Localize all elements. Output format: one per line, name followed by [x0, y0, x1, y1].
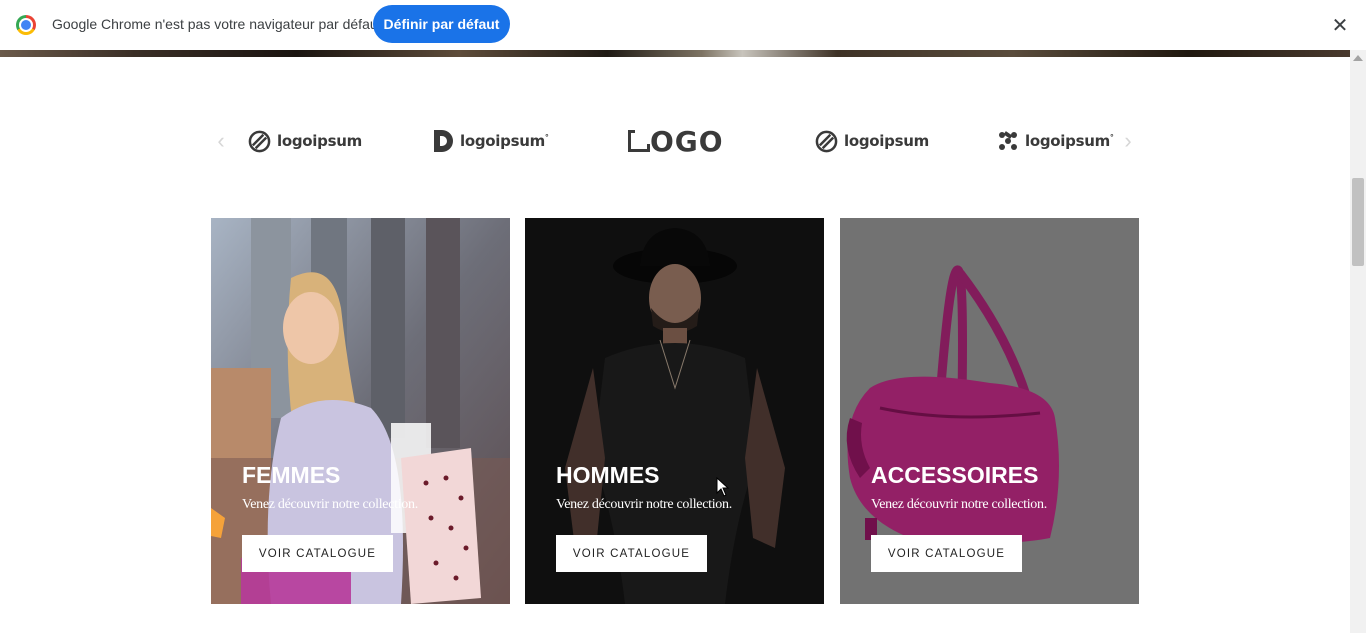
card-subtitle: Venez découvrir notre collection.: [242, 497, 418, 512]
scrollbar-thumb[interactable]: [1352, 178, 1364, 266]
scroll-up-arrow-icon[interactable]: [1353, 55, 1363, 61]
card-title: FEMMES: [242, 462, 341, 488]
card-title: HOMMES: [556, 462, 660, 488]
chevron-left-icon[interactable]: ‹: [208, 128, 234, 154]
partner-logo-5: logoipsum °: [997, 124, 1114, 158]
voir-catalogue-button[interactable]: VOIR CATALOGUE: [556, 535, 707, 572]
category-card-femmes[interactable]: FEMMES Venez découvrir notre collection.…: [211, 218, 510, 604]
set-default-button[interactable]: Définir par défaut: [373, 5, 510, 43]
default-browser-infobar: Google Chrome n'est pas votre navigateur…: [0, 0, 1366, 50]
partner-logo-4: logoipsum: [815, 124, 929, 158]
voir-catalogue-button[interactable]: VOIR CATALOGUE: [242, 535, 393, 572]
logo-mark-icon: [815, 130, 838, 153]
logo-text: logoipsum: [277, 132, 362, 150]
logo-text: OGO: [650, 124, 724, 158]
partner-logo-3: OGO: [628, 124, 724, 158]
hero-image-strip: [0, 50, 1350, 57]
chrome-logo-icon: [16, 15, 36, 35]
voir-catalogue-button[interactable]: VOIR CATALOGUE: [871, 535, 1022, 572]
chevron-right-icon[interactable]: ›: [1115, 128, 1141, 154]
logo-mark-icon: [628, 130, 650, 152]
logo-text: logoipsum: [1025, 132, 1110, 150]
mouse-cursor-icon: [716, 477, 730, 497]
close-icon[interactable]: ✕: [1328, 13, 1352, 37]
partner-logo-1: logoipsum: [248, 124, 362, 158]
partner-logo-2: logoipsum °: [432, 124, 549, 158]
logo-mark-icon: [997, 130, 1019, 152]
card-subtitle: Venez découvrir notre collection.: [556, 497, 732, 512]
logo-text: logoipsum: [460, 132, 545, 150]
logo-mark-icon: [248, 130, 271, 153]
vertical-scrollbar[interactable]: [1350, 50, 1366, 633]
infobar-message: Google Chrome n'est pas votre navigateur…: [52, 16, 382, 32]
card-subtitle: Venez découvrir notre collection.: [871, 497, 1047, 512]
card-title: ACCESSOIRES: [871, 462, 1039, 488]
logo-text: logoipsum: [844, 132, 929, 150]
logo-mark-icon: [432, 129, 454, 153]
category-card-accessoires[interactable]: ACCESSOIRES Venez découvrir notre collec…: [840, 218, 1139, 604]
category-card-hommes[interactable]: HOMMES Venez découvrir notre collection.…: [525, 218, 824, 604]
